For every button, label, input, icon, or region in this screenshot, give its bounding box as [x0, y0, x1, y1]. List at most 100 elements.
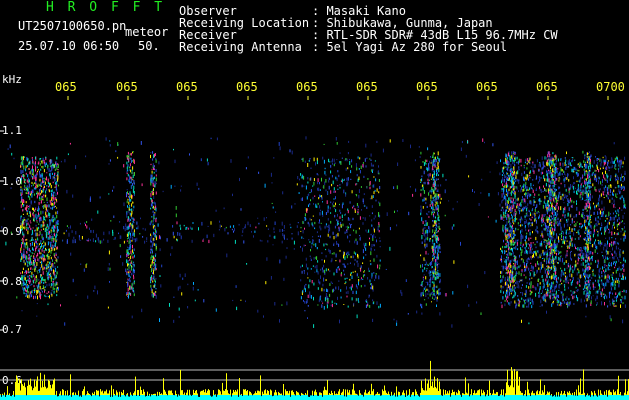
spectrogram-pixel	[23, 287, 25, 292]
spectrogram-pixel	[44, 258, 46, 261]
spectrogram-pixel	[24, 274, 26, 276]
spectrogram-pixel	[355, 238, 357, 242]
spectrogram-pixel	[567, 160, 569, 165]
spectrogram-pixel	[525, 228, 527, 232]
spectrogram-pixel	[303, 237, 305, 239]
spectrogram-pixel	[520, 205, 522, 207]
spectrogram-pixel	[56, 294, 58, 297]
spectrogram-pixel	[333, 190, 335, 193]
spectrogram-pixel	[51, 226, 53, 229]
spectrogram-pixel	[197, 289, 199, 291]
spectrogram-pixel	[584, 164, 586, 168]
spectrogram-pixel	[519, 209, 521, 212]
spectrogram-pixel	[349, 201, 351, 204]
spectrogram-pixel	[30, 191, 32, 194]
spectrogram-pixel	[330, 212, 332, 214]
spectrogram-pixel	[542, 190, 544, 193]
spectrogram-pixel	[581, 191, 583, 193]
spectrogram-pixel	[329, 161, 331, 163]
spectrogram-pixel	[324, 269, 326, 274]
spectrogram-pixel	[341, 178, 343, 183]
spectrogram-pixel	[44, 278, 46, 283]
spectrogram-pixel	[562, 257, 564, 262]
spectrogram-pixel	[448, 200, 450, 202]
spectrogram-pixel	[273, 157, 275, 159]
spectrogram-pixel	[604, 179, 606, 181]
spectrogram-pixel	[579, 223, 580, 225]
spectrogram-pixel	[355, 252, 357, 256]
spectrogram-pixel	[533, 196, 535, 198]
spectrogram-pixel	[42, 271, 44, 275]
spectrogram-pixel	[614, 241, 616, 244]
spectrogram-pixel	[220, 225, 222, 227]
spectrogram-pixel	[563, 178, 565, 182]
spectrogram-pixel	[600, 181, 602, 185]
spectrogram-pixel	[42, 265, 44, 268]
spectrogram-pixel	[330, 170, 332, 174]
spectrogram-pixel	[595, 244, 597, 246]
spectrogram-pixel	[337, 296, 338, 300]
spectrogram-pixel	[129, 224, 131, 227]
spectrogram-pixel	[571, 157, 573, 158]
spectrogram-pixel	[155, 169, 157, 173]
spectrogram-pixel	[425, 250, 427, 255]
spectrogram-pixel	[309, 279, 311, 283]
spectrogram-pixel	[428, 226, 429, 230]
spectrogram-pixel	[325, 293, 327, 297]
spectrogram-pixel	[525, 174, 527, 178]
spectrogram-pixel	[25, 239, 26, 241]
spectrogram-pixel	[32, 279, 34, 284]
spectrogram-pixel	[51, 293, 53, 297]
spectrogram-pixel	[405, 279, 407, 282]
spectrogram-pixel	[542, 278, 544, 283]
spectrogram-pixel	[132, 287, 134, 290]
y-tick-marks	[0, 130, 4, 381]
spectrogram-pixel	[605, 229, 607, 231]
spectrogram-pixel	[325, 174, 327, 176]
spectrogram-pixel	[540, 235, 541, 237]
spectrogram-pixel	[503, 291, 504, 294]
spectrogram-pixel	[107, 306, 109, 309]
spectrogram-pixel	[341, 204, 343, 209]
spectrogram-pixel	[427, 297, 429, 299]
spectrogram-pixel	[129, 238, 130, 240]
spectrogram-pixel	[36, 232, 38, 237]
spectrogram-pixel	[533, 203, 535, 206]
spectrogram-pixel	[524, 251, 526, 254]
spectrogram-pixel	[571, 283, 573, 286]
spectrogram-pixel	[310, 189, 312, 193]
spectrogram-pixel	[128, 206, 130, 209]
spectrogram-pixel	[45, 249, 47, 251]
spectrogram-pixel	[585, 304, 587, 308]
spectrogram-pixel	[510, 163, 512, 168]
spectrogram-pixel	[581, 259, 582, 261]
frequency-unit-label: kHz	[2, 73, 22, 86]
spectrogram-pixel	[512, 243, 514, 246]
spectrogram-pixel	[598, 180, 599, 185]
spectrogram-pixel	[624, 235, 626, 237]
spectrogram-pixel	[523, 262, 525, 266]
spectrogram-pixel	[328, 209, 329, 212]
spectrogram-pixel	[43, 194, 45, 196]
spectrogram-pixel	[531, 305, 533, 309]
spectrogram-pixel	[619, 272, 621, 277]
spectrogram-pixel	[516, 239, 518, 242]
spectrogram-pixel	[132, 257, 134, 259]
spectrogram-pixel	[37, 252, 39, 256]
spectrogram-pixel	[496, 161, 498, 164]
spectrogram-pixel	[604, 263, 606, 267]
spectrogram-pixel	[130, 169, 132, 173]
spectrogram-pixel	[29, 260, 31, 263]
spectrogram-pixel	[29, 271, 31, 273]
spectrogram-pixel	[515, 271, 517, 276]
spectrogram-pixel	[358, 189, 360, 193]
spectrogram-pixel	[575, 214, 577, 218]
spectrogram-pixel	[424, 264, 426, 266]
spectrogram-pixel	[43, 279, 45, 282]
spectrogram-pixel	[187, 306, 189, 309]
spectrogram-pixel	[606, 217, 608, 220]
spectrogram-pixel	[376, 140, 378, 143]
spectrogram-pixel	[281, 240, 283, 244]
spectrogram-pixel	[47, 182, 49, 185]
x-tick-marks	[67, 96, 609, 100]
